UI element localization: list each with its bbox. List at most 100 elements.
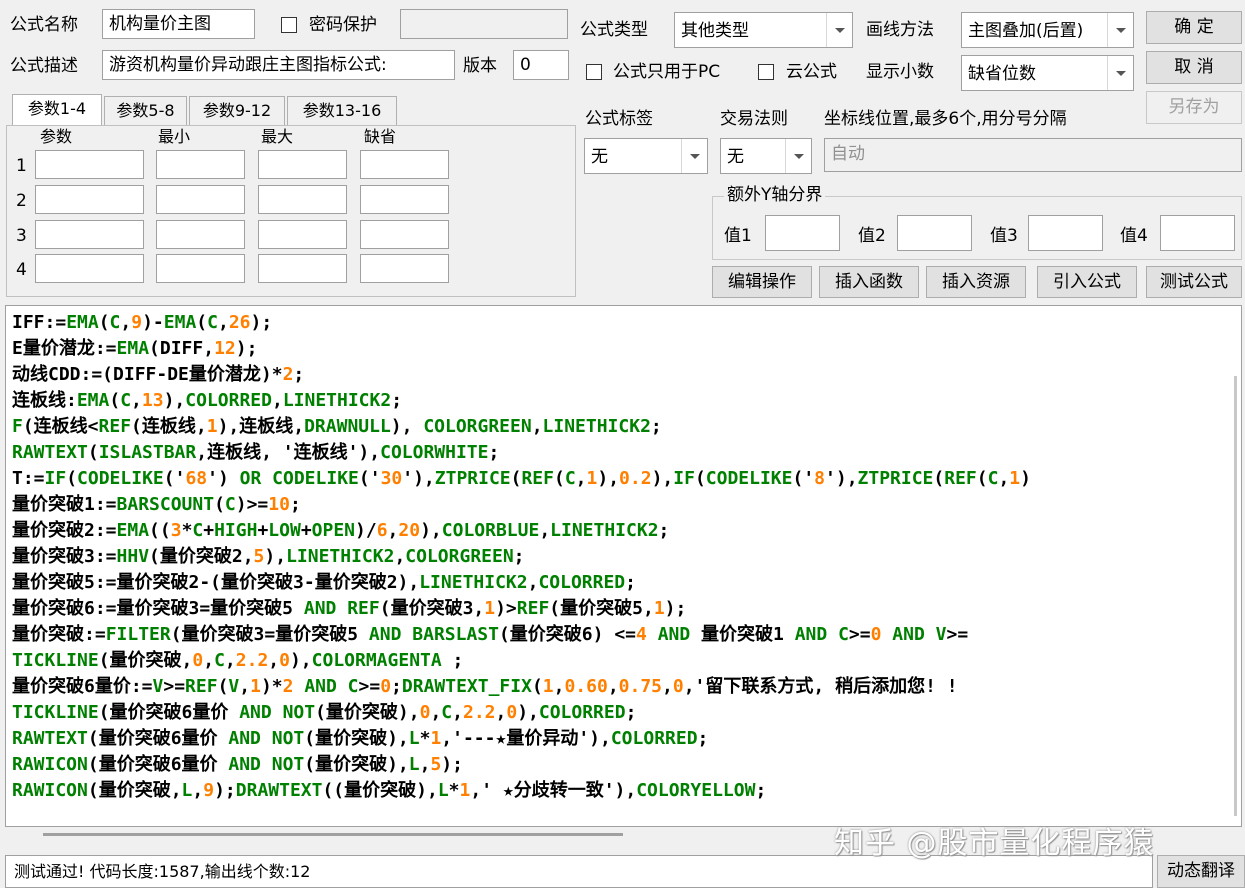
param-max-input[interactable] [258,150,347,179]
chevron-down-icon[interactable] [1107,56,1133,90]
code-token: C [987,468,999,489]
code-token: ; [658,520,670,541]
ok-button[interactable]: 确 定 [1146,11,1242,44]
code-token: ; [650,416,662,437]
tag-select[interactable]: 无 [584,138,708,174]
param-min-input[interactable] [156,254,245,283]
chevron-down-icon[interactable] [681,139,707,173]
draw-method-value: 主图叠加(后置) [968,21,1084,41]
param-min-input[interactable] [156,150,245,179]
code-token: ; [293,364,305,385]
code-token: TICKLINE [12,650,99,671]
code-token: , [553,676,565,697]
horizontal-scroll-thumb[interactable] [43,833,623,836]
value4-input[interactable] [1160,215,1235,251]
chevron-down-icon[interactable] [785,139,811,173]
param-max-input[interactable] [258,220,347,249]
chevron-down-icon[interactable] [826,13,852,47]
code-token: AND [303,598,337,619]
param-default-input[interactable] [360,254,449,283]
code-token: AND [368,624,402,645]
tab-params-5-8[interactable]: 参数5-8 [104,96,187,126]
code-token: , [239,676,251,697]
code-token: 5 [253,546,265,567]
axis-input[interactable]: 自动 [824,138,1242,172]
formula-type-value: 其他类型 [681,21,749,41]
code-token: (连板线< [22,416,99,437]
code-token: 量价突破5:=量价突破2-(量价突破3-量价突破2), [12,572,420,593]
edit-ops-button[interactable]: 编辑操作 [712,266,812,298]
code-token: (量价突破2, [149,546,254,567]
param-default-input[interactable] [360,220,449,249]
code-token: ZTPRICE [434,468,511,489]
code-token: , [998,468,1010,489]
code-token: 0.2 [619,468,652,489]
import-formula-button[interactable]: 引入公式 [1037,266,1137,298]
param-min-input[interactable] [156,220,245,249]
vertical-scroll-thumb[interactable] [1234,376,1237,816]
param-name-input[interactable] [35,150,144,179]
code-token: + [203,520,215,541]
value2-input[interactable] [897,215,972,251]
code-token: EMA [66,312,99,333]
formula-desc-input[interactable]: 游资机构量价异动跟庄主图指标公式: [102,50,455,80]
code-token: ); [664,598,687,619]
value3-input[interactable] [1028,215,1103,251]
tab-params-9-12[interactable]: 参数9-12 [189,96,285,126]
vertical-scrollbar[interactable] [1231,306,1241,826]
code-token: FILTER [105,624,171,645]
pc-only-checkbox[interactable] [586,64,602,80]
code-token: NOT [271,754,305,775]
code-token: (量价突破6量价 [87,754,229,775]
code-token: C [214,650,225,671]
tab-params-13-16[interactable]: 参数13-16 [287,96,397,126]
code-line: 量价突破3:=HHV(量价突破2,5),LINETHICK2,COLORGREE… [12,544,525,570]
trade-rule-value: 无 [727,147,744,167]
test-formula-button[interactable]: 测试公式 [1146,266,1242,298]
formula-type-select[interactable]: 其他类型 [674,12,853,48]
param-name-input[interactable] [35,220,144,249]
decimals-select[interactable]: 缺省位数 [961,55,1134,91]
code-token: ,连板线, '连板线'), [196,442,381,463]
draw-method-select[interactable]: 主图叠加(后置) [961,12,1134,48]
param-max-input[interactable] [258,254,347,283]
trade-rule-select[interactable]: 无 [720,138,812,174]
code-token: 0.60 [564,676,608,697]
code-editor[interactable]: IFF:=EMA(C,9)-EMA(C,26); E量价潜龙:=EMA(DIFF… [5,305,1242,827]
code-token: , [394,546,406,567]
version-input[interactable]: 0 [513,50,569,80]
chevron-down-icon[interactable] [1107,13,1133,47]
param-col-min: 最小 [158,127,191,146]
dynamic-translate-button[interactable]: 动态翻译 [1157,855,1245,888]
cloud-checkbox[interactable] [758,64,774,80]
param-min-input[interactable] [156,185,245,214]
param-name-input[interactable] [35,254,144,283]
save-as-button[interactable]: 另存为 [1146,91,1242,124]
code-token: ; [625,702,637,723]
draw-method-label: 画线方法 [866,20,934,40]
password-checkbox[interactable] [281,17,297,33]
tab-params-1-4[interactable]: 参数1-4 [12,94,102,126]
param-default-input[interactable] [360,185,449,214]
value1-input[interactable] [765,215,840,251]
code-token: , [452,702,463,723]
code-token: , [607,676,619,697]
code-token: 量价突破1 [690,624,795,645]
code-token: ); [250,312,273,333]
code-token: NOT [282,702,316,723]
insert-resource-button[interactable]: 插入资源 [926,266,1026,298]
code-token: BARSCOUNT [116,494,215,515]
formula-name-input[interactable]: 机构量价主图 [102,9,255,39]
param-max-input[interactable] [258,185,347,214]
cancel-button[interactable]: 取 消 [1146,51,1242,84]
code-token: 1 [250,676,261,697]
code-token: AND [228,728,261,749]
insert-function-button[interactable]: 插入函数 [819,266,919,298]
param-default-input[interactable] [360,150,449,179]
code-token: >= [946,624,969,645]
code-token: ZTPRICE [857,468,934,489]
cloud-label: 云公式 [786,62,837,82]
code-token: (量价突破5, [549,598,654,619]
param-name-input[interactable] [35,185,144,214]
